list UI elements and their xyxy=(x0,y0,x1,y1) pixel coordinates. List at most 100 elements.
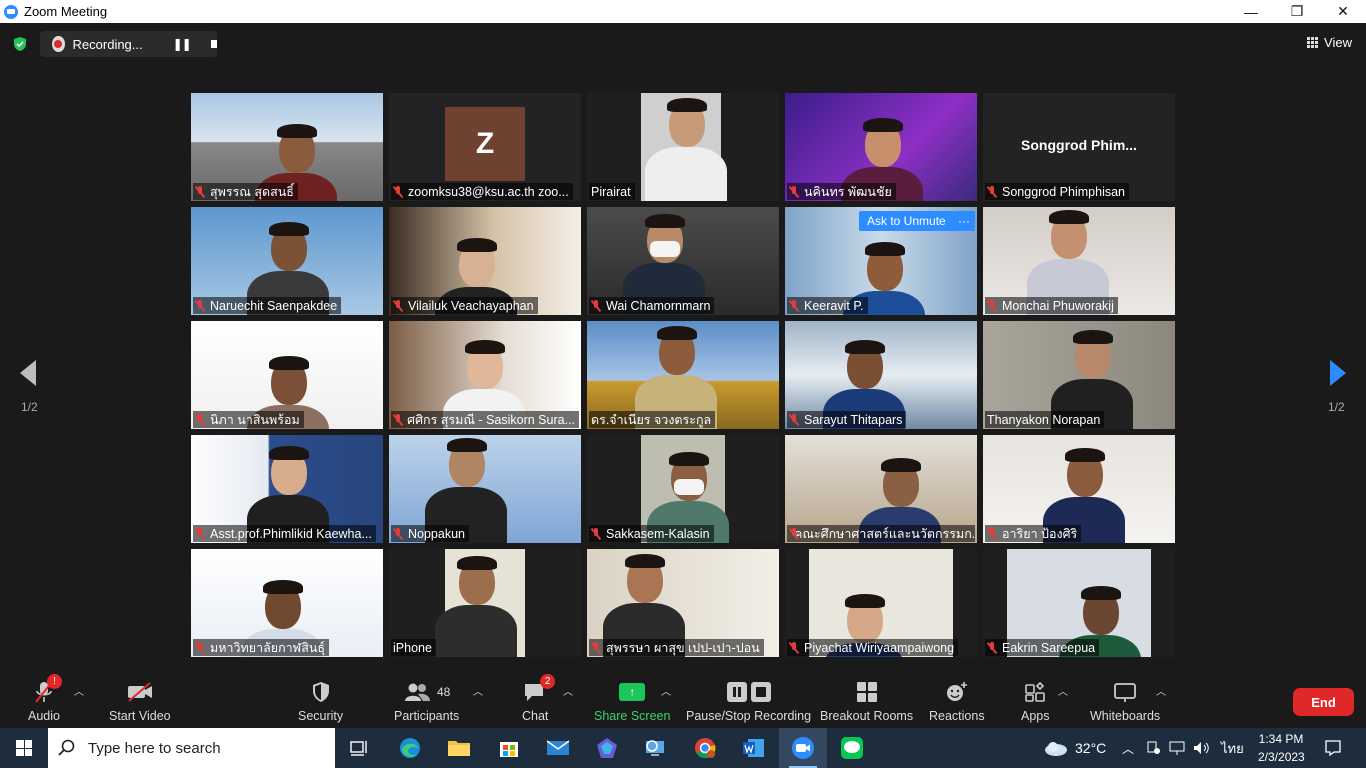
participant-hair xyxy=(277,124,317,138)
mail-icon xyxy=(546,740,570,755)
copilot-icon xyxy=(597,738,617,758)
participant-tile[interactable]: Piyachat Wiriyaampaiwong xyxy=(785,549,977,657)
breakout-rooms-label: Breakout Rooms xyxy=(820,709,914,723)
ask-to-unmute-button[interactable]: Ask to Unmute xyxy=(859,211,954,231)
whiteboards-button[interactable]: Whiteboards xyxy=(1090,679,1160,723)
participant-tile[interactable]: นคินทร พัฒนชัย xyxy=(785,93,977,201)
taskbar-mail[interactable] xyxy=(534,728,582,768)
participant-face xyxy=(269,446,309,495)
start-video-button[interactable]: Start Video xyxy=(109,679,171,723)
recording-icon xyxy=(52,36,65,52)
share-options-chevron-icon[interactable]: ︿ xyxy=(661,683,671,698)
chat-button[interactable]: 2 Chat xyxy=(522,674,556,723)
taskbar-edge[interactable] xyxy=(386,728,434,768)
participant-tile[interactable]: ดร.จำเนียร จวงตระกูล xyxy=(587,321,779,429)
participant-tile[interactable]: Noppakun xyxy=(389,435,581,543)
participant-face xyxy=(657,326,697,375)
participant-name: Eakrin Sareepua xyxy=(1002,641,1096,655)
participant-tile[interactable]: Zzoomksu38@ksu.ac.th zoo... xyxy=(389,93,581,201)
participant-tile[interactable]: มหาวิทยาลัยกาฬสินธุ์ xyxy=(191,549,383,657)
participant-name-label: นิภา นาสินพร้อม xyxy=(193,411,304,428)
participant-tile[interactable]: Vilailuk Veachayaphan xyxy=(389,207,581,315)
share-screen-button[interactable]: ↑ Share Screen xyxy=(594,679,670,723)
security-button[interactable]: Security xyxy=(298,679,343,723)
taskbar-line[interactable] xyxy=(828,728,876,768)
participant-tile[interactable]: Asst.prof.Phimlikid Kaewha... xyxy=(191,435,383,543)
meeting-toolbar: ! Audio ︿ Start Video Security 48 Partic… xyxy=(0,674,1366,728)
participant-tile[interactable]: Pirairat xyxy=(587,93,779,201)
restore-button[interactable]: ❐ xyxy=(1274,0,1320,23)
participant-name-label: Piyachat Wiriyaampaiwong xyxy=(787,639,959,656)
participant-tile[interactable]: Songgrod Phim... Songgrod Phimphisan xyxy=(983,93,1175,201)
mic-muted-icon xyxy=(393,300,403,312)
clock-time: 1:34 PM xyxy=(1258,732,1304,746)
meeting-area: Recording... ❚❚ View 1/2 1/2 สุพรรณ สุดส… xyxy=(0,23,1366,728)
volume-icon[interactable] xyxy=(1192,728,1210,768)
more-options-icon[interactable]: ··· xyxy=(953,211,975,231)
mic-muted-icon xyxy=(789,300,799,312)
close-button[interactable]: ✕ xyxy=(1320,0,1366,23)
mic-muted-icon xyxy=(393,186,403,198)
participants-options-chevron-icon[interactable]: ︿ xyxy=(473,683,483,698)
view-button[interactable]: View xyxy=(1307,35,1352,50)
search-placeholder: Type here to search xyxy=(88,739,221,757)
taskbar-clock[interactable]: 1:34 PM 2/3/2023 xyxy=(1258,730,1305,766)
taskbar-copilot[interactable] xyxy=(583,728,631,768)
taskbar-chrome[interactable] xyxy=(681,728,729,768)
participant-tile[interactable]: คณะศึกษาศาสตร์และนวัตกรรมก... xyxy=(785,435,977,543)
taskbar-zoom[interactable] xyxy=(779,728,827,768)
stop-recording-icon[interactable] xyxy=(210,40,217,48)
audio-button[interactable]: ! Audio xyxy=(28,674,62,723)
mic-muted-icon xyxy=(987,642,997,654)
audio-options-chevron-icon[interactable]: ︿ xyxy=(74,683,84,698)
input-language[interactable]: ไทย xyxy=(1221,728,1244,768)
audio-warning-badge: ! xyxy=(46,674,62,689)
participant-tile[interactable]: อาริยา ป้องศิริ xyxy=(983,435,1175,543)
taskbar-store[interactable] xyxy=(485,728,533,768)
meet-now-icon[interactable] xyxy=(1145,728,1161,768)
participant-tile[interactable]: iPhone xyxy=(389,549,581,657)
end-meeting-button[interactable]: End xyxy=(1293,688,1354,716)
reactions-button[interactable]: Reactions xyxy=(929,679,985,723)
minimize-button[interactable]: — xyxy=(1228,0,1274,23)
participant-tile[interactable]: นิภา นาสินพร้อม xyxy=(191,321,383,429)
previous-page-icon[interactable] xyxy=(18,358,38,388)
chat-options-chevron-icon[interactable]: ︿ xyxy=(563,683,573,698)
participant-tile[interactable]: สุพรรณ สุดสนธิ์ xyxy=(191,93,383,201)
participant-tile[interactable]: Thanyakon Norapan xyxy=(983,321,1175,429)
apps-options-chevron-icon[interactable]: ︿ xyxy=(1058,683,1068,698)
participant-tile[interactable]: Sarayut Thitapars xyxy=(785,321,977,429)
participant-tile[interactable]: Sakkasem-Kalasin xyxy=(587,435,779,543)
taskbar-search-box[interactable]: Type here to search xyxy=(48,728,335,768)
whiteboards-options-chevron-icon[interactable]: ︿ xyxy=(1156,683,1166,698)
participant-tile[interactable]: สุพรรษา ผาสุข เปป-เปา-ปอน xyxy=(587,549,779,657)
participant-tile[interactable]: Wai Chamornmarn xyxy=(587,207,779,315)
participant-tile[interactable]: Eakrin Sareepua xyxy=(983,549,1175,657)
participant-tile[interactable]: Monchai Phuworakij xyxy=(983,207,1175,315)
participant-name-label: Thanyakon Norapan xyxy=(985,411,1105,428)
participant-face xyxy=(269,356,309,405)
apps-button[interactable]: Apps xyxy=(1021,679,1050,723)
participant-hair xyxy=(1073,330,1113,344)
participant-hair xyxy=(1065,448,1105,462)
network-icon[interactable] xyxy=(1168,728,1186,768)
show-hidden-icons-chevron-icon[interactable]: ︿ xyxy=(1122,728,1134,768)
task-view-button[interactable] xyxy=(336,728,384,768)
participants-button[interactable]: 48 Participants xyxy=(394,679,459,723)
notification-center-icon[interactable] xyxy=(1324,728,1342,768)
participant-name: Piyachat Wiriyaampaiwong xyxy=(804,641,955,655)
pause-stop-recording-button[interactable]: Pause/Stop Recording xyxy=(686,679,811,723)
encryption-shield-icon[interactable] xyxy=(12,36,28,52)
face-mask xyxy=(674,479,704,495)
breakout-rooms-button[interactable]: Breakout Rooms xyxy=(820,679,913,723)
weather-widget[interactable]: 32°C xyxy=(1042,728,1106,768)
participant-tile[interactable]: Naruechit Saenpakdee xyxy=(191,207,383,315)
participant-tile[interactable]: Ask to Unmute ··· Keeravit P. xyxy=(785,207,977,315)
start-button[interactable] xyxy=(0,728,48,768)
taskbar-file-explorer[interactable] xyxy=(435,728,483,768)
pause-recording-icon[interactable]: ❚❚ xyxy=(173,37,192,51)
participant-tile[interactable]: ศศิกร สุรมณี - Sasikorn Sura... xyxy=(389,321,581,429)
taskbar-remote-app[interactable] xyxy=(631,728,679,768)
taskbar-word[interactable] xyxy=(730,728,778,768)
next-page-icon[interactable] xyxy=(1328,358,1348,388)
